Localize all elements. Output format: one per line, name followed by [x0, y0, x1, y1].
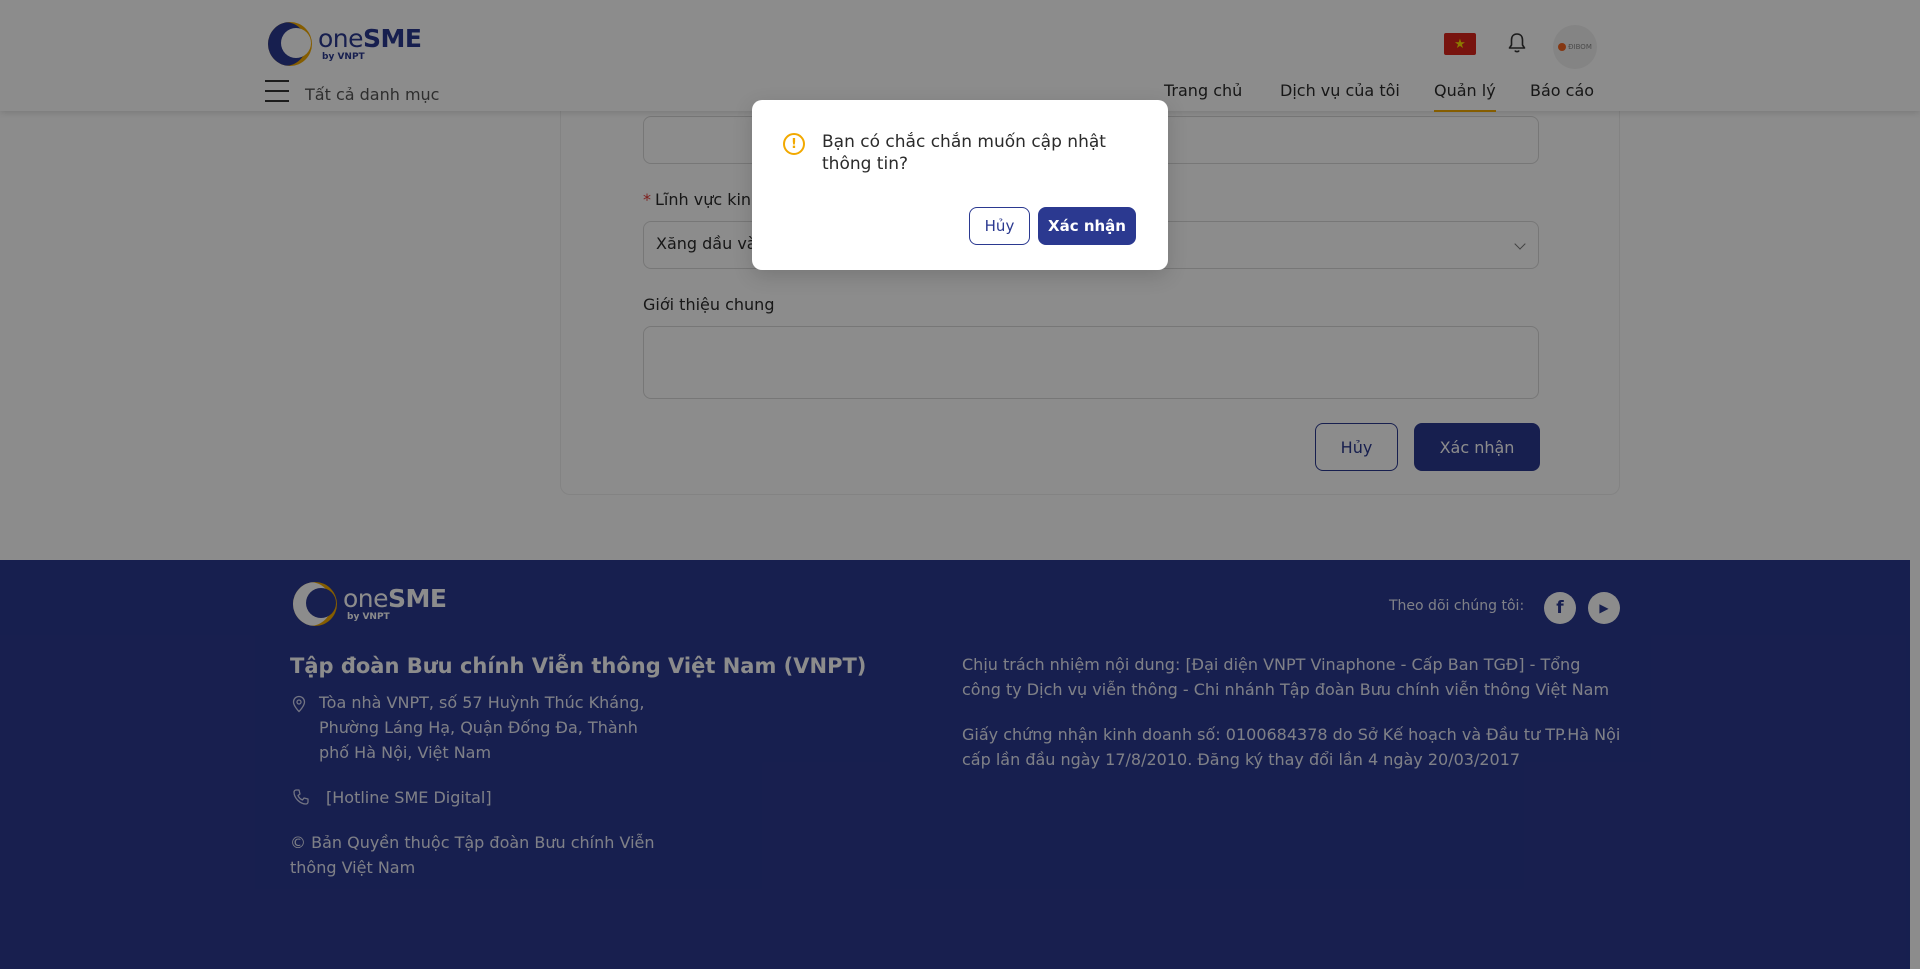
dialog-message: Bạn có chắc chắn muốn cập nhật thông tin… [822, 132, 1106, 174]
dialog-confirm-button[interactable]: Xác nhận [1038, 207, 1136, 245]
confirm-update-dialog: ! Bạn có chắc chắn muốn cập nhật thông t… [752, 100, 1168, 270]
warning-icon: ! [783, 133, 805, 155]
dialog-cancel-button[interactable]: Hủy [969, 207, 1030, 245]
